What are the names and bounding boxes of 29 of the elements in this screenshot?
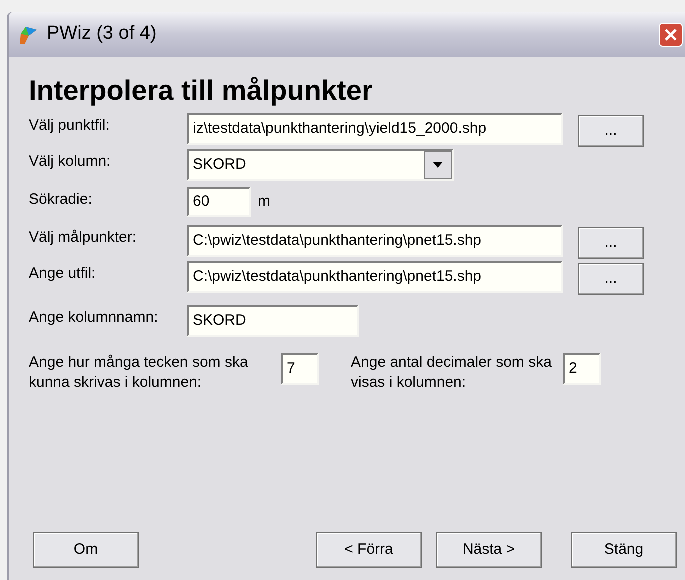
browse-button[interactable]: ... xyxy=(578,115,644,147)
column-dropdown[interactable]: SKORD xyxy=(187,149,454,181)
next-button[interactable]: Nästa > xyxy=(436,532,542,568)
radius-field[interactable]: 60 xyxy=(187,187,251,217)
file-path-field[interactable]: C:\pwiz\testdata\punkthantering\pnet15.shp xyxy=(187,261,563,293)
unit-label: m xyxy=(258,192,270,212)
browse-button[interactable]: ... xyxy=(578,227,644,259)
field-label: Ange utfil: xyxy=(29,264,97,284)
back-button[interactable]: < Förra xyxy=(316,532,422,568)
about-button[interactable]: Om xyxy=(33,532,139,568)
field-label: Välj kolumn: xyxy=(29,152,112,172)
dropdown-value: SKORD xyxy=(193,154,246,175)
browse-button[interactable]: ... xyxy=(578,263,644,295)
field-label: Ange antal decimaler som ska visas i kolumnen: xyxy=(351,353,553,393)
column-name-field[interactable]: SKORD xyxy=(187,305,359,337)
field-label: Sökradie: xyxy=(29,190,94,210)
field-label: Välj punktfil: xyxy=(29,116,111,136)
close-dialog-button[interactable]: Stäng xyxy=(571,532,677,568)
window-title: PWiz (3 of 4) xyxy=(47,22,157,46)
field-label: Ange kolumnnamn: xyxy=(29,308,160,328)
decimals-field[interactable]: 2 xyxy=(563,353,601,385)
close-button[interactable] xyxy=(659,22,683,46)
field-label: Ange hur många tecken som ska kunna skrivas i kolumnen: xyxy=(29,353,250,393)
file-path-field[interactable]: iz\testdata\punkthantering\yield15_2000.shp xyxy=(187,113,563,145)
close-icon xyxy=(664,28,678,42)
field-label: Välj målpunkter: xyxy=(29,228,138,248)
char-count-field[interactable]: 7 xyxy=(281,353,319,385)
file-path-field[interactable]: C:\pwiz\testdata\punkthantering\pnet15.shp xyxy=(187,225,563,257)
page-heading: Interpolera till målpunkter xyxy=(29,77,374,105)
